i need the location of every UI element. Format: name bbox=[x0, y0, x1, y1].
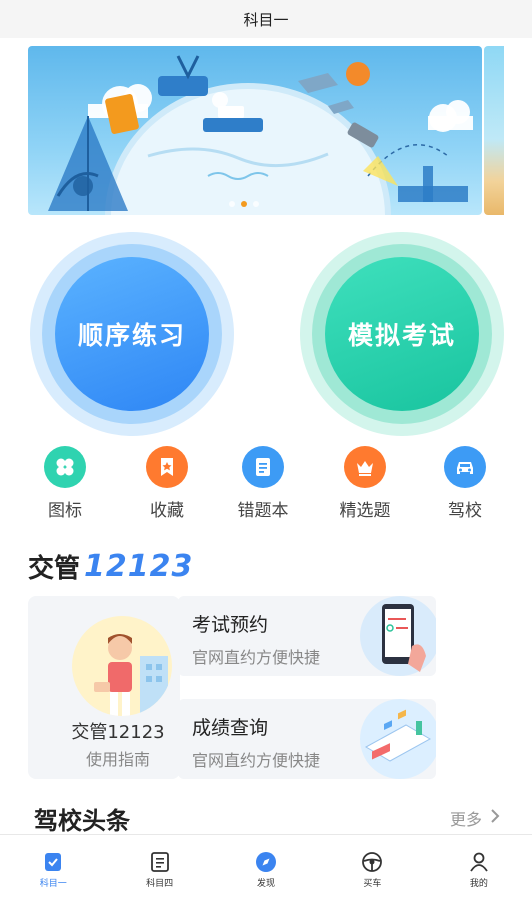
mock-exam-button[interactable]: 模拟考试 bbox=[300, 232, 504, 436]
quick-link-label: 精选题 bbox=[339, 501, 391, 521]
tab-label: 科目四 bbox=[146, 879, 174, 889]
jiaoguan-section-title: 交管 12123 bbox=[28, 546, 193, 586]
quick-link-label: 驾校 bbox=[448, 501, 482, 521]
score-query-card[interactable]: 成绩查询 官网直约方便快捷 bbox=[178, 699, 436, 779]
tab-subject-four[interactable]: 科目四 bbox=[106, 835, 212, 900]
tab-discover[interactable]: 发现 bbox=[213, 835, 319, 900]
tab-me[interactable]: 我的 bbox=[426, 835, 532, 900]
tab-label: 科目一 bbox=[39, 879, 67, 889]
exam-booking-title: 考试预约 bbox=[192, 614, 269, 636]
tab-buy-car[interactable]: 买车 bbox=[319, 835, 425, 900]
mock-exam-label: 模拟考试 bbox=[325, 257, 479, 411]
grid-icon bbox=[44, 446, 86, 488]
car-icon bbox=[444, 446, 486, 488]
quick-link-label: 图标 bbox=[48, 501, 82, 521]
banner-illustration bbox=[48, 55, 473, 215]
compass-icon bbox=[254, 850, 278, 874]
tab-label: 我的 bbox=[469, 879, 488, 889]
jiaoguan-title-number: 12123 bbox=[84, 548, 194, 584]
quick-link-label: 收藏 bbox=[150, 501, 184, 521]
exam-booking-card[interactable]: 考试预约 官网直约方便快捷 bbox=[178, 596, 436, 676]
mock-exam-ring: 模拟考试 bbox=[312, 244, 492, 424]
guide-person-illustration bbox=[72, 616, 172, 716]
bookmark-star-icon bbox=[146, 446, 188, 488]
score-query-title: 成绩查询 bbox=[192, 717, 269, 739]
carousel-dot-active[interactable] bbox=[241, 201, 247, 207]
phone-calendar-icon bbox=[356, 596, 436, 676]
exam-booking-subtitle: 官网直约方便快捷 bbox=[192, 648, 321, 667]
jiaoguan-guide-card[interactable]: 交管12123 使用指南 bbox=[28, 596, 180, 779]
tab-subject-one[interactable]: 科目一 bbox=[0, 835, 106, 900]
notebook-icon bbox=[242, 446, 284, 488]
quick-link-favorites[interactable]: 收藏 bbox=[127, 446, 207, 521]
score-report-icon bbox=[356, 699, 436, 779]
bottom-tab-bar: 科目一 科目四 发现 买车 我的 bbox=[0, 834, 532, 900]
sequential-practice-ring: 顺序练习 bbox=[42, 244, 222, 424]
sequential-practice-button[interactable]: 顺序练习 bbox=[30, 232, 234, 436]
carousel-dot[interactable] bbox=[253, 201, 259, 207]
news-title: 驾校头条 bbox=[34, 806, 130, 835]
news-more-link[interactable]: 更多 bbox=[450, 806, 500, 830]
quick-link-icons[interactable]: 图标 bbox=[25, 446, 105, 521]
quick-link-selected-questions[interactable]: 精选题 bbox=[325, 446, 405, 521]
banner-slide-travel[interactable] bbox=[28, 46, 482, 215]
chevron-right-icon bbox=[490, 808, 500, 828]
sequential-practice-label: 顺序练习 bbox=[55, 257, 209, 411]
score-query-subtitle: 官网直约方便快捷 bbox=[192, 751, 321, 770]
news-more-label: 更多 bbox=[449, 810, 482, 829]
tab-label: 买车 bbox=[363, 879, 382, 889]
quick-link-label: 错题本 bbox=[237, 501, 289, 521]
quick-link-driving-school[interactable]: 驾校 bbox=[425, 446, 505, 521]
crown-icon bbox=[344, 446, 386, 488]
page-title: 科目一 bbox=[0, 0, 532, 38]
steering-wheel-icon bbox=[360, 850, 384, 874]
news-section-header: 驾校头条 更多 bbox=[34, 800, 500, 836]
checklist-icon bbox=[41, 850, 65, 874]
jiaoguan-title-prefix: 交管 bbox=[28, 553, 81, 584]
carousel-indicator bbox=[28, 201, 460, 207]
document-icon bbox=[148, 850, 172, 874]
carousel-dot[interactable] bbox=[229, 201, 235, 207]
user-icon bbox=[467, 850, 491, 874]
banner-slide-next-preview[interactable] bbox=[484, 46, 504, 215]
app-root: 科目一 顺序练习 模拟考试 图标 收藏 错题本 精选题 驾校 交管 12123 … bbox=[0, 0, 532, 922]
tab-label: 发现 bbox=[257, 879, 276, 889]
banner-carousel[interactable] bbox=[28, 46, 504, 215]
quick-link-wrong-answers[interactable]: 错题本 bbox=[223, 446, 303, 521]
